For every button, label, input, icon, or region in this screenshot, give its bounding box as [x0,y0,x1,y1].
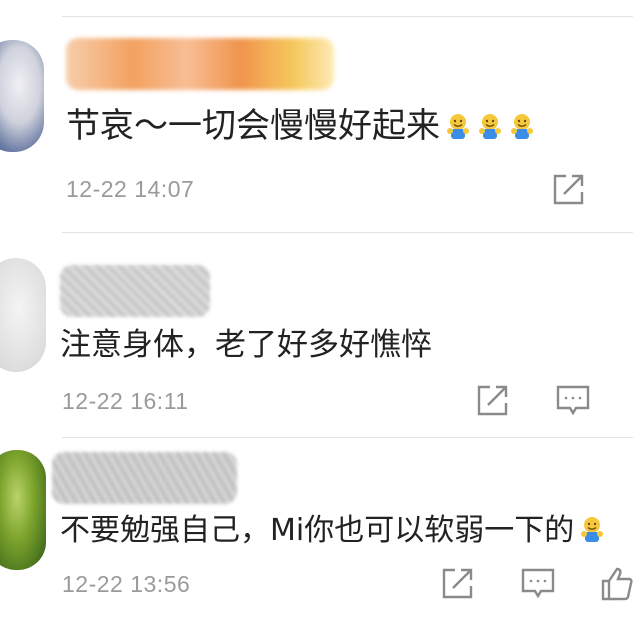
comment-timestamp: 12-22 16:11 [62,388,189,414]
avatar[interactable] [0,258,46,372]
avatar[interactable] [0,40,44,152]
comment-item: 注意身体，老了好多好憔悴 12-22 16:11 [0,233,633,437]
like-icon[interactable] [600,566,633,606]
comment-timestamp: 12-22 14:07 [66,176,195,202]
comment-item: 节哀～一切会慢慢好起来 12-22 14:07 [0,0,633,230]
comment-item: 不要勉强自己，Mi你也可以软弱一下的 12-22 13:56 [0,438,633,633]
comment-text: 节哀～一切会慢慢好起来 [66,104,536,151]
comment-icon[interactable] [555,384,591,422]
comment-icon[interactable] [520,567,556,605]
username-blurred[interactable] [52,452,237,504]
share-icon[interactable] [475,384,509,422]
hug-emoji-icon [476,107,504,151]
comment-text-content: 不要勉强自己，Mi你也可以软弱一下的 [60,513,575,548]
hug-emoji-icon [578,514,606,554]
comment-text-content: 节哀～一切会慢慢好起来 [66,106,440,146]
comment-timestamp: 12-22 13:56 [62,571,191,597]
username-blurred[interactable] [60,265,210,317]
share-icon[interactable] [551,173,585,211]
comment-text: 注意身体，老了好多好憔悴 [60,327,432,363]
username-blurred[interactable] [66,38,334,90]
hug-emoji-icon [444,107,472,151]
share-icon[interactable] [440,567,474,605]
avatar[interactable] [0,450,46,570]
comment-text: 不要勉强自己，Mi你也可以软弱一下的 [60,511,606,554]
hug-emoji-icon [508,107,536,151]
